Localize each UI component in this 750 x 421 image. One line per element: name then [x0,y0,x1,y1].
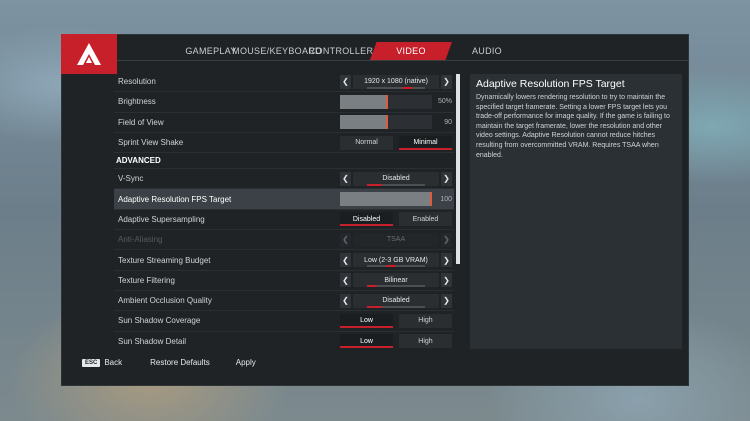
toggle-disabled[interactable]: Disabled [340,212,393,227]
settings-scrollbar[interactable] [456,74,460,264]
texture-budget-selector: ❮ Low (2-3 GB VRAM) ❯ [340,253,452,268]
tab-audio[interactable]: AUDIO [452,42,522,60]
chevron-right-icon[interactable]: ❯ [441,293,452,308]
chevron-left-icon[interactable]: ❮ [340,273,351,288]
toggle-high[interactable]: High [399,313,452,328]
settings-list: Resolution ❮ 1920 x 1080 (native) ❯ Brig… [114,72,454,349]
setting-label: Texture Filtering [118,275,175,285]
slider-value: 90 [444,118,452,126]
apex-logo [61,34,117,74]
setting-label: Resolution [118,77,156,87]
selector-value: Disabled [353,171,439,186]
chevron-left-icon: ❮ [340,232,351,247]
section-advanced: ADVANCED [114,153,454,170]
tab-controller[interactable]: CONTROLLER [309,42,373,60]
brightness-slider[interactable] [340,94,432,109]
description-body: Dynamically lowers rendering resolution … [476,94,670,159]
fov-slider[interactable] [340,115,432,130]
chevron-left-icon[interactable]: ❮ [340,74,351,89]
selector-value: Low (2-3 GB VRAM) [353,253,439,268]
setting-row-texture-budget[interactable]: Texture Streaming Budget ❮ Low (2-3 GB V… [114,250,454,271]
setting-row-resolution[interactable]: Resolution ❮ 1920 x 1080 (native) ❯ [114,72,454,93]
esc-key-icon: ESC [82,358,101,367]
settings-tabs: GAMEPLAY MOUSE/KEYBOARD CONTROLLER VIDEO… [180,42,522,60]
setting-row-sprint-view-shake[interactable]: Sprint View Shake Normal Minimal [114,133,454,154]
toggle-enabled[interactable]: Enabled [399,212,452,227]
description-panel: Adaptive Resolution FPS Target Dynamical… [470,74,682,349]
restore-defaults-button[interactable]: Restore Defaults [150,358,210,367]
chevron-right-icon[interactable]: ❯ [441,253,452,268]
setting-row-anti-aliasing: Anti-Aliasing ❮ TSAA ❯ [114,230,454,251]
toggle-normal[interactable]: Normal [340,135,393,150]
setting-row-sun-shadow-detail[interactable]: Sun Shadow Detail Low High [114,332,454,349]
setting-label: Sun Shadow Coverage [118,316,201,326]
selector-value: Bilinear [353,273,439,288]
setting-row-ambient-occlusion[interactable]: Ambient Occlusion Quality ❮ Disabled ❯ [114,291,454,312]
setting-label: Ambient Occlusion Quality [118,296,212,306]
texture-filtering-selector: ❮ Bilinear ❯ [340,273,452,288]
adaptive-fps-slider[interactable] [340,192,433,207]
anti-aliasing-selector: ❮ TSAA ❯ [340,232,452,247]
setting-row-vsync[interactable]: V-Sync ❮ Disabled ❯ [114,169,454,190]
slider-value: 100 [440,195,452,203]
apex-logo-icon [77,43,101,65]
setting-label: Sun Shadow Detail [118,336,187,346]
vsync-selector: ❮ Disabled ❯ [340,171,452,186]
setting-label: Brightness [118,97,156,107]
setting-label: Texture Streaming Budget [118,255,211,265]
selector-value: Disabled [353,293,439,308]
setting-label: Sprint View Shake [118,138,184,148]
setting-row-fov[interactable]: Field of View 90 [114,113,454,133]
chevron-right-icon[interactable]: ❯ [441,74,452,89]
footer-bar: ESC Back Restore Defaults Apply [82,358,256,367]
setting-row-adaptive-fps-target[interactable]: Adaptive Resolution FPS Target 100 [114,189,454,210]
toggle-low[interactable]: Low [340,313,393,328]
ambient-occlusion-selector: ❮ Disabled ❯ [340,293,452,308]
setting-row-texture-filtering[interactable]: Texture Filtering ❮ Bilinear ❯ [114,271,454,291]
chevron-right-icon: ❯ [441,232,452,247]
setting-label: Adaptive Supersampling [118,214,205,224]
selector-value: 1920 x 1080 (native) [353,74,439,89]
setting-label: Anti-Aliasing [118,235,163,245]
setting-row-brightness[interactable]: Brightness 50% [114,92,454,113]
chevron-left-icon[interactable]: ❮ [340,171,351,186]
setting-row-adaptive-supersampling[interactable]: Adaptive Supersampling Disabled Enabled [114,210,454,231]
resolution-selector: ❮ 1920 x 1080 (native) ❯ [340,74,452,89]
setting-label: Adaptive Resolution FPS Target [118,194,232,204]
chevron-right-icon[interactable]: ❯ [441,273,452,288]
chevron-right-icon[interactable]: ❯ [441,171,452,186]
selector-value: TSAA [353,232,439,247]
toggle-low[interactable]: Low [340,334,393,349]
back-button[interactable]: Back [104,358,122,367]
tab-divider [117,60,689,61]
tab-video[interactable]: VIDEO [370,42,452,60]
apply-button[interactable]: Apply [236,358,256,367]
slider-value: 50% [437,98,452,106]
setting-label: V-Sync [118,174,144,184]
tab-mouse-keyboard[interactable]: MOUSE/KEYBOARD [232,42,321,60]
setting-label: Field of View [118,117,164,127]
setting-row-sun-shadow-coverage[interactable]: Sun Shadow Coverage Low High [114,311,454,332]
toggle-minimal[interactable]: Minimal [399,135,452,150]
chevron-left-icon[interactable]: ❮ [340,253,351,268]
description-title: Adaptive Resolution FPS Target [476,78,625,90]
toggle-high[interactable]: High [399,334,452,349]
chevron-left-icon[interactable]: ❮ [340,293,351,308]
